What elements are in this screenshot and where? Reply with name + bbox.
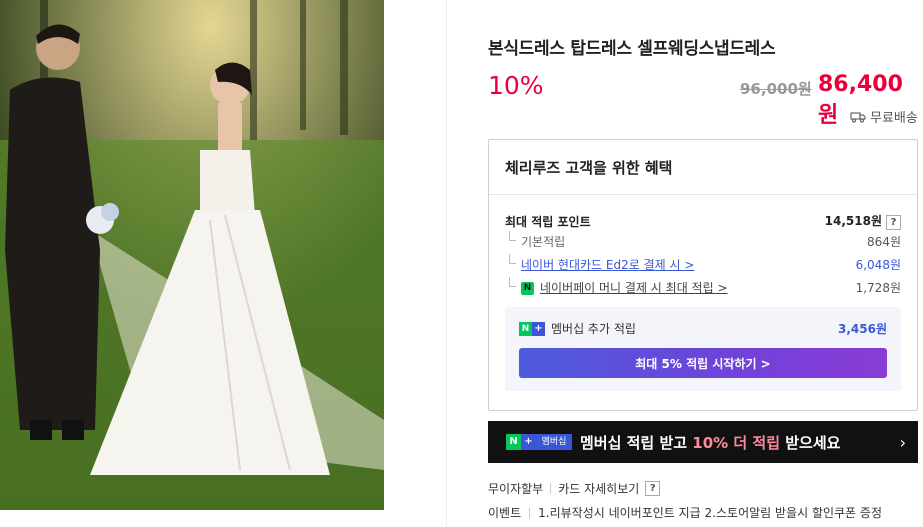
membership-header: N + 멤버십 추가 적립 [519,320,636,337]
membership-start-button[interactable]: 최대 5% 적립 시작하기 > [519,348,887,378]
basic-points-value: 864원 [867,235,901,249]
card-points-row: 네이버 현대카드 Ed2로 결제 시 > 6,048원 [505,254,901,273]
max-points-label: 최대 적립 포인트 [505,214,591,229]
banner-text-after: 받으세요 [780,433,841,452]
separator [529,508,531,519]
truck-icon [850,111,866,123]
discount-rate: 10% [488,71,544,100]
membership-label: 멤버십 추가 적립 [551,322,636,336]
event-row: 이벤트 1.리뷰작성시 네이버포인트 지급 2.스토어알림 받을시 할인쿠폰 증정 [488,504,882,521]
membership-panel: N + 멤버십 추가 적립 3,456원 최대 5% 적립 시작하기 > [505,307,901,391]
chevron-right-icon: › [899,433,906,452]
naver-n-mark: N [506,434,521,450]
max-points-value-wrap: 14,518원? [825,212,901,230]
product-title: 본식드레스 탑드레스 셀프웨딩스냅드레스 [488,39,776,59]
banner-text-before: 멤버십 적립 받고 [580,433,693,452]
installment-help-button[interactable]: ? [645,481,661,496]
npay-points-row: N 네이버페이 머니 결제 시 최대 적립 > 1,728원 [505,277,901,296]
image-thumbnails[interactable] [110,520,260,527]
max-points-row: 최대 적립 포인트 14,518원? [505,212,901,230]
card-details-link[interactable]: 카드 자세히보기 [558,480,639,497]
installment-label: 무이자할부 [488,482,544,496]
naver-plus-icon: N + [519,321,545,336]
npay-icon: N [521,282,534,295]
original-price: 96,000원 [740,80,812,98]
card-points-value: 6,048원 [855,258,901,272]
separator [550,483,552,494]
benefits-title: 체리루즈 고객을 위한 혜택 [505,159,673,177]
naver-n-mark: N [519,321,532,336]
membership-banner[interactable]: N + 멤버십 멤버십 적립 받고 10% 더 적립 받으세요 › [488,421,918,463]
membership-value: 3,456원 [838,322,887,336]
help-button[interactable]: ? [886,215,901,230]
product-image[interactable] [0,0,384,510]
column-divider [446,0,447,527]
npay-points-label-wrap: N 네이버페이 머니 결제 시 최대 적립 > [505,277,728,296]
delivery-info: 무료배송 [850,107,918,126]
basic-points-row: 기본적립 864원 [505,231,901,250]
banner-highlight: 10% 더 적립 [692,433,781,452]
max-points-value: 14,518원 [824,214,882,228]
benefits-box: 체리루즈 고객을 위한 혜택 최대 적립 포인트 14,518원? 기본적립 8… [488,139,918,411]
event-text: 1.리뷰작성시 네이버포인트 지급 2.스토어알림 받을시 할인쿠폰 증정 [538,506,882,520]
banner-text: 멤버십 적립 받고 10% 더 적립 받으세요 [580,432,840,453]
npay-points-value: 1,728원 [855,281,901,295]
wedding-photo-illustration [0,0,384,510]
naver-plus-mark: + [521,434,536,450]
membership-tag-text: 멤버십 [536,434,572,450]
delivery-label: 무료배송 [870,111,918,126]
card-points-label-wrap: 네이버 현대카드 Ed2로 결제 시 > [505,254,694,273]
card-points-link[interactable]: 네이버 현대카드 Ed2로 결제 시 > [521,258,694,272]
benefits-divider [489,194,917,195]
membership-tag: N + 멤버십 [506,434,572,450]
installment-row: 무이자할부 카드 자세히보기 ? [488,480,661,497]
basic-points-label: 기본적립 [505,231,565,250]
naver-plus-mark: + [532,321,545,336]
event-label: 이벤트 [488,506,522,520]
npay-points-link[interactable]: 네이버페이 머니 결제 시 최대 적립 > [540,281,728,295]
